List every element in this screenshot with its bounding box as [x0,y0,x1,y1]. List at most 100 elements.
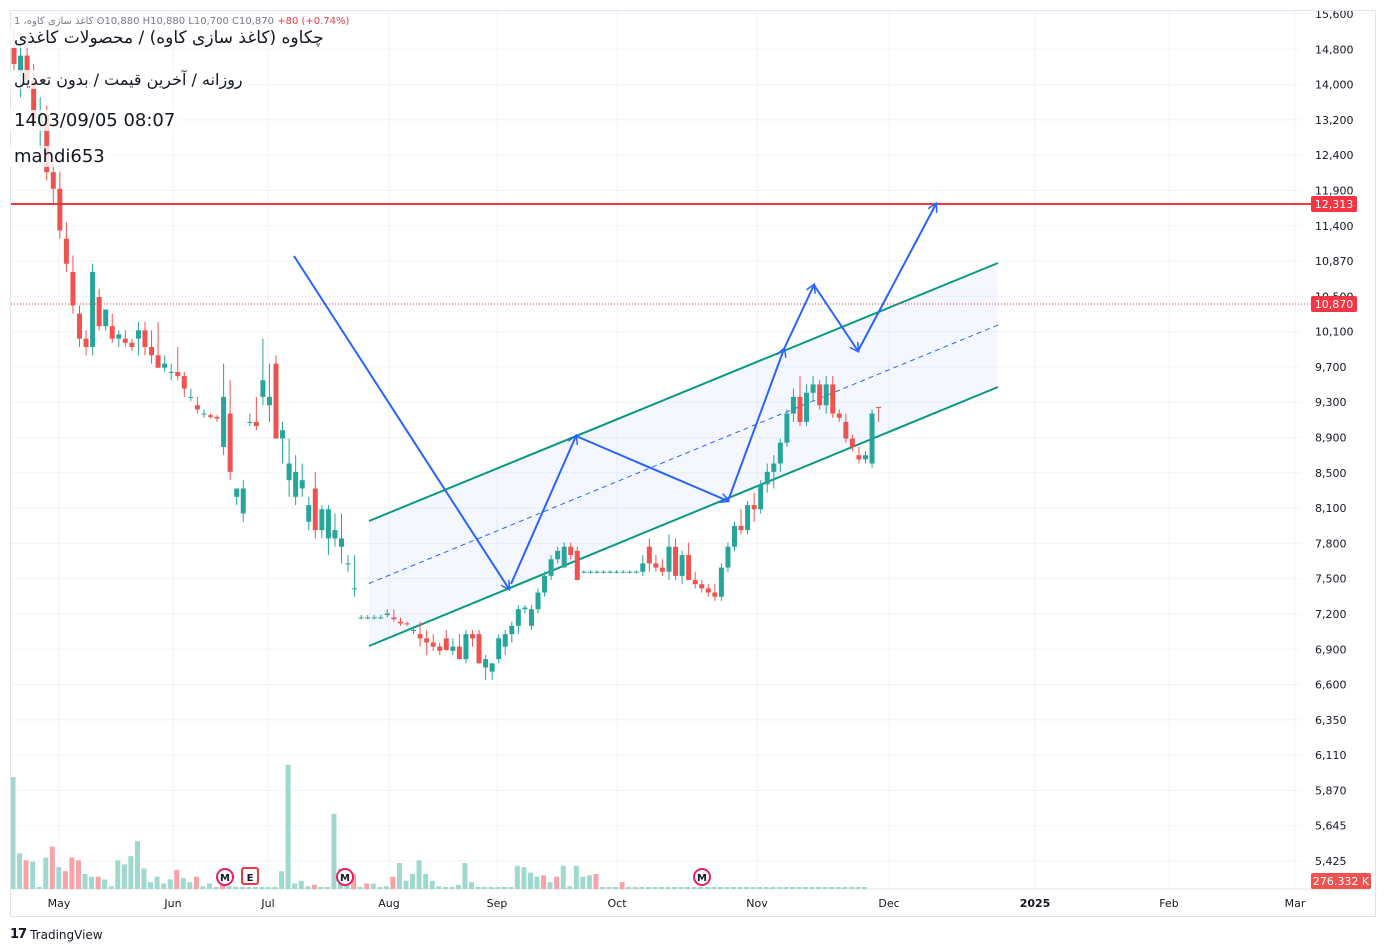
volume-bar [390,876,396,889]
volume-bar [652,887,658,889]
candle-body [751,505,757,510]
candle-body [181,376,187,389]
volume-bar [36,887,42,889]
candle-body [836,413,842,418]
volume-bar [226,886,232,889]
volume-bar [410,873,416,889]
candle-body [784,413,790,443]
volume-bar [43,857,49,889]
volume-bar [862,887,867,889]
candle-body [758,484,764,510]
candle-body [581,571,587,573]
volume-bar [30,861,36,889]
volume-bar [233,887,239,889]
candle-body [705,588,711,593]
candle-body [548,559,554,576]
volume-bar [573,865,579,889]
volume-bar [822,887,828,889]
volume-bar [855,887,861,889]
volume-bar [717,887,723,889]
volume-bar [436,886,442,889]
candle-body [208,415,213,417]
volume-bar [645,887,651,889]
candle-body [306,505,312,522]
candle-body [437,646,443,651]
volume-bar [370,883,376,889]
event-marker: M [216,868,234,886]
chart-timestamp: 1403/09/05 08:07 [10,110,180,131]
volume-bar [848,887,854,889]
candle-body [149,346,155,356]
candle-body [830,384,836,414]
price-tick-label: 6,900 [1315,643,1347,656]
candle-body [535,592,541,610]
candle-body [515,609,521,626]
volume-bar [586,875,592,889]
candle-body [345,563,351,565]
volume-bar [187,882,193,889]
candle-body [365,617,371,619]
candle-body [430,642,436,647]
candle-body [90,272,96,347]
price-tick-label: 5,425 [1315,855,1347,868]
candle-body [790,396,796,414]
brand-footer[interactable]: 17 TradingView [10,927,103,942]
candle-body [601,571,606,573]
volume-bar [678,887,684,889]
volume-bar [835,887,841,889]
volume-bar [527,872,533,889]
event-marker-label: E [247,873,254,884]
candle-body [339,538,344,547]
candle-body [876,406,882,408]
time-tick-label: Jul [260,897,274,910]
volume-bar [429,880,435,889]
price-tick-label: 14,000 [1315,79,1354,92]
candle-body [96,297,102,327]
time-tick-label: 2025 [1020,897,1051,910]
candle-body [371,617,377,619]
chart-subtitle: روزانه / آخرین قیمت / بدون تعدیل [10,70,247,89]
candle-body [378,617,384,619]
price-tick-label: 9,700 [1315,361,1347,374]
candle-body [607,571,613,573]
ohlc-legend: کاغذ سازی کاوه، 1 O10,880 H10,880 L10,70… [14,16,349,27]
time-tick-label: Jun [163,897,181,910]
candle-body [122,338,128,343]
candle-body [397,621,403,624]
volume-bar [193,876,199,889]
candle-body [574,550,580,581]
candle-body [404,623,410,625]
volume-bar [508,887,514,889]
volume-bar [252,887,258,889]
event-marker-label: M [220,873,230,884]
price-tick-label: 6,350 [1315,714,1347,727]
volume-bar [121,864,127,889]
candle-body [542,575,548,593]
channel-fill [369,263,998,646]
volume-bar [69,857,75,889]
volume-bar [23,860,29,889]
candle-body [804,392,810,422]
volume-bar [115,860,121,889]
candle-body [103,309,109,327]
candle-body [673,546,679,576]
candle-body [221,396,227,447]
volume-bar [154,876,160,889]
volume-bar [213,887,219,889]
volume-bar [82,873,88,889]
volume-bar [789,887,795,889]
volume-bar [416,860,422,889]
volume-bar [541,875,547,889]
volume-bar [685,887,691,889]
candle-body [240,488,246,514]
volume-bar [364,883,370,889]
candle-body [299,480,305,489]
volume-bar [482,887,488,889]
volume-bar [658,887,664,889]
volume-bar [318,887,324,889]
volume-bar [102,879,108,889]
volume-bar [141,868,147,889]
volume-bar [783,887,789,889]
price-chart[interactable]: 15,600 14,800 14,000 13,200 12,400 11,900 11,4… [11,11,1377,918]
price-tick-label: 5,645 [1315,820,1347,833]
